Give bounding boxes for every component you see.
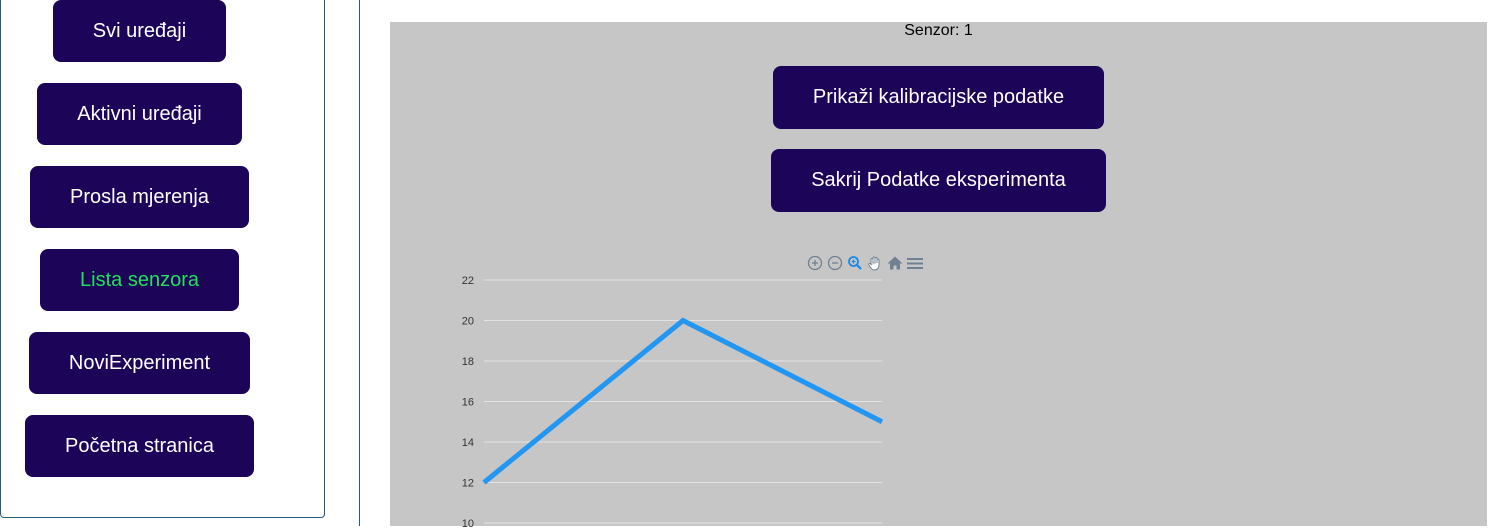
y-tick-label: 18	[462, 356, 474, 368]
y-tick-label: 20	[462, 316, 474, 328]
content-divider	[359, 0, 360, 526]
hide-experiment-data-button[interactable]: Sakrij Podatke eksperimenta	[771, 149, 1106, 212]
sensor-line-chart: 22 20 18 16 14 12 10	[462, 275, 884, 530]
y-tick-label: 16	[462, 397, 474, 409]
sidebar-nav: Svi uređaji Aktivni uređaji Prosla mjere…	[0, 0, 325, 518]
nav-all-devices-button[interactable]: Svi uređaji	[53, 0, 226, 62]
nav-home-page-button[interactable]: Početna stranica	[25, 415, 254, 477]
zoom-out-icon[interactable]	[826, 254, 844, 272]
zoom-in-icon[interactable]	[806, 254, 824, 272]
nav-sensor-list-button[interactable]: Lista senzora	[40, 249, 239, 311]
chart-toolbar	[806, 254, 924, 272]
y-tick-label: 12	[462, 478, 474, 490]
nav-new-experiment-button[interactable]: NoviExperiment	[29, 332, 250, 394]
nav-active-devices-button[interactable]: Aktivni uređaji	[37, 83, 242, 145]
sensor-panel: Senzor: 1 Prikaži kalibracijske podatke …	[390, 22, 1487, 530]
show-calibration-button[interactable]: Prikaži kalibracijske podatke	[773, 66, 1104, 129]
y-tick-label: 22	[462, 275, 474, 287]
zoom-selection-icon[interactable]	[846, 254, 864, 272]
y-tick-label: 10	[462, 518, 474, 530]
pan-icon[interactable]	[866, 254, 884, 272]
reset-home-icon[interactable]	[886, 254, 904, 272]
menu-icon[interactable]	[906, 254, 924, 272]
sensor-label: Senzor: 1	[904, 22, 973, 39]
nav-past-measurements-button[interactable]: Prosla mjerenja	[30, 166, 249, 228]
y-tick-label: 14	[462, 437, 474, 449]
